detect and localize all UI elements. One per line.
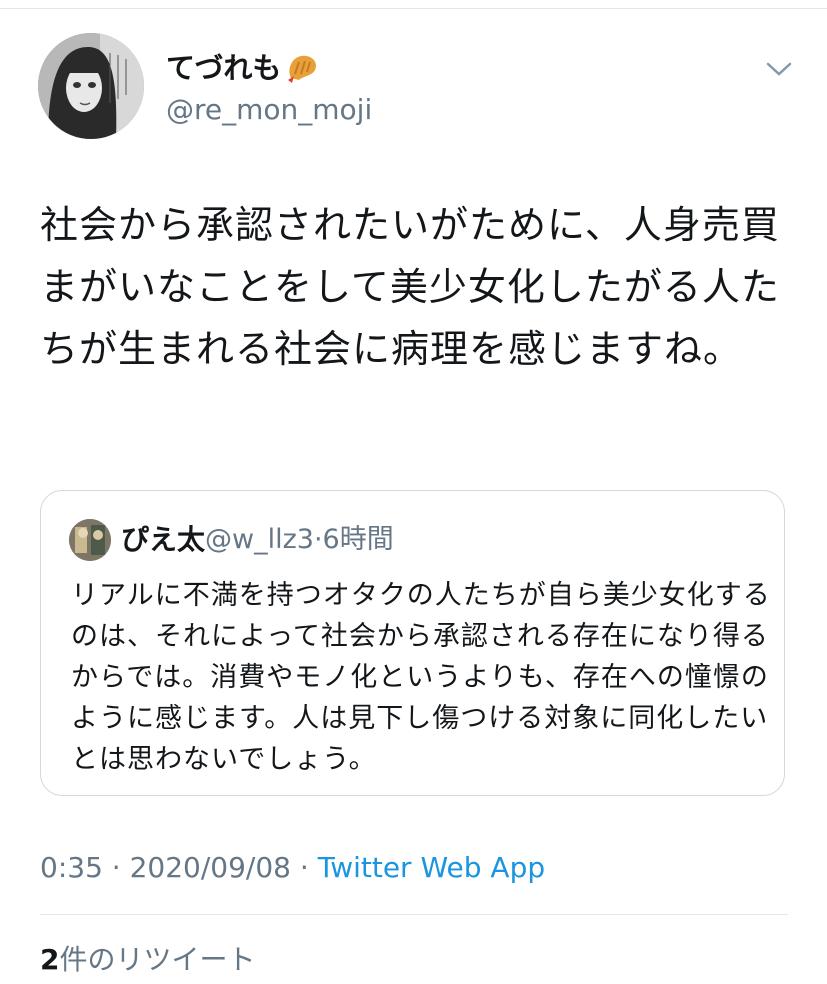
tweet-date[interactable]: 2020/09/08 <box>130 851 291 884</box>
quoted-avatar-image <box>69 519 111 561</box>
quoted-display-name[interactable]: ぴえ太 <box>121 519 205 561</box>
quoted-author-avatar[interactable] <box>69 519 111 561</box>
quoted-tweet-card[interactable]: ぴえ太 @w_llz3·6時間 リアルに不満を持つオタクの人たちが自ら美少女化す… <box>40 490 785 796</box>
stats-divider <box>40 914 788 915</box>
tweet-source-link[interactable]: Twitter Web App <box>318 851 545 884</box>
tweet-body: 社会から承認されたいがために、人身売買まがいなことをして美少女化したがる人たちが… <box>40 203 780 371</box>
manga-portrait-image <box>38 33 144 139</box>
tweet-time[interactable]: 0:35 <box>40 851 103 884</box>
author-avatar[interactable] <box>38 33 144 139</box>
author-name-text: てづれも <box>166 51 282 85</box>
author-handle[interactable]: @re_mon_moji <box>166 92 372 128</box>
tweet-timestamp-row: 0:35 · 2020/09/08 · Twitter Web App <box>40 848 545 888</box>
meta-separator: · <box>111 851 121 884</box>
quoted-body: リアルに不満を持つオタクの人たちが自ら美少女化するのは、それによって社会から承認… <box>71 580 771 775</box>
chevron-down-icon[interactable] <box>764 58 794 80</box>
quoted-time[interactable]: 6時間 <box>323 524 394 555</box>
meta-separator: · <box>313 524 323 555</box>
retweet-label: 件のリツイート <box>59 943 256 976</box>
quoted-meta: @w_llz3·6時間 <box>205 519 394 561</box>
fried-shrimp-icon <box>288 55 317 83</box>
author-display-name[interactable]: てづれも <box>166 50 321 86</box>
meta-separator: · <box>299 851 309 884</box>
quoted-handle[interactable]: @w_llz3 <box>205 524 314 555</box>
retweet-count: 2 <box>40 943 60 976</box>
retweet-stats[interactable]: 2件のリツイート <box>40 940 256 980</box>
top-divider <box>0 8 827 9</box>
